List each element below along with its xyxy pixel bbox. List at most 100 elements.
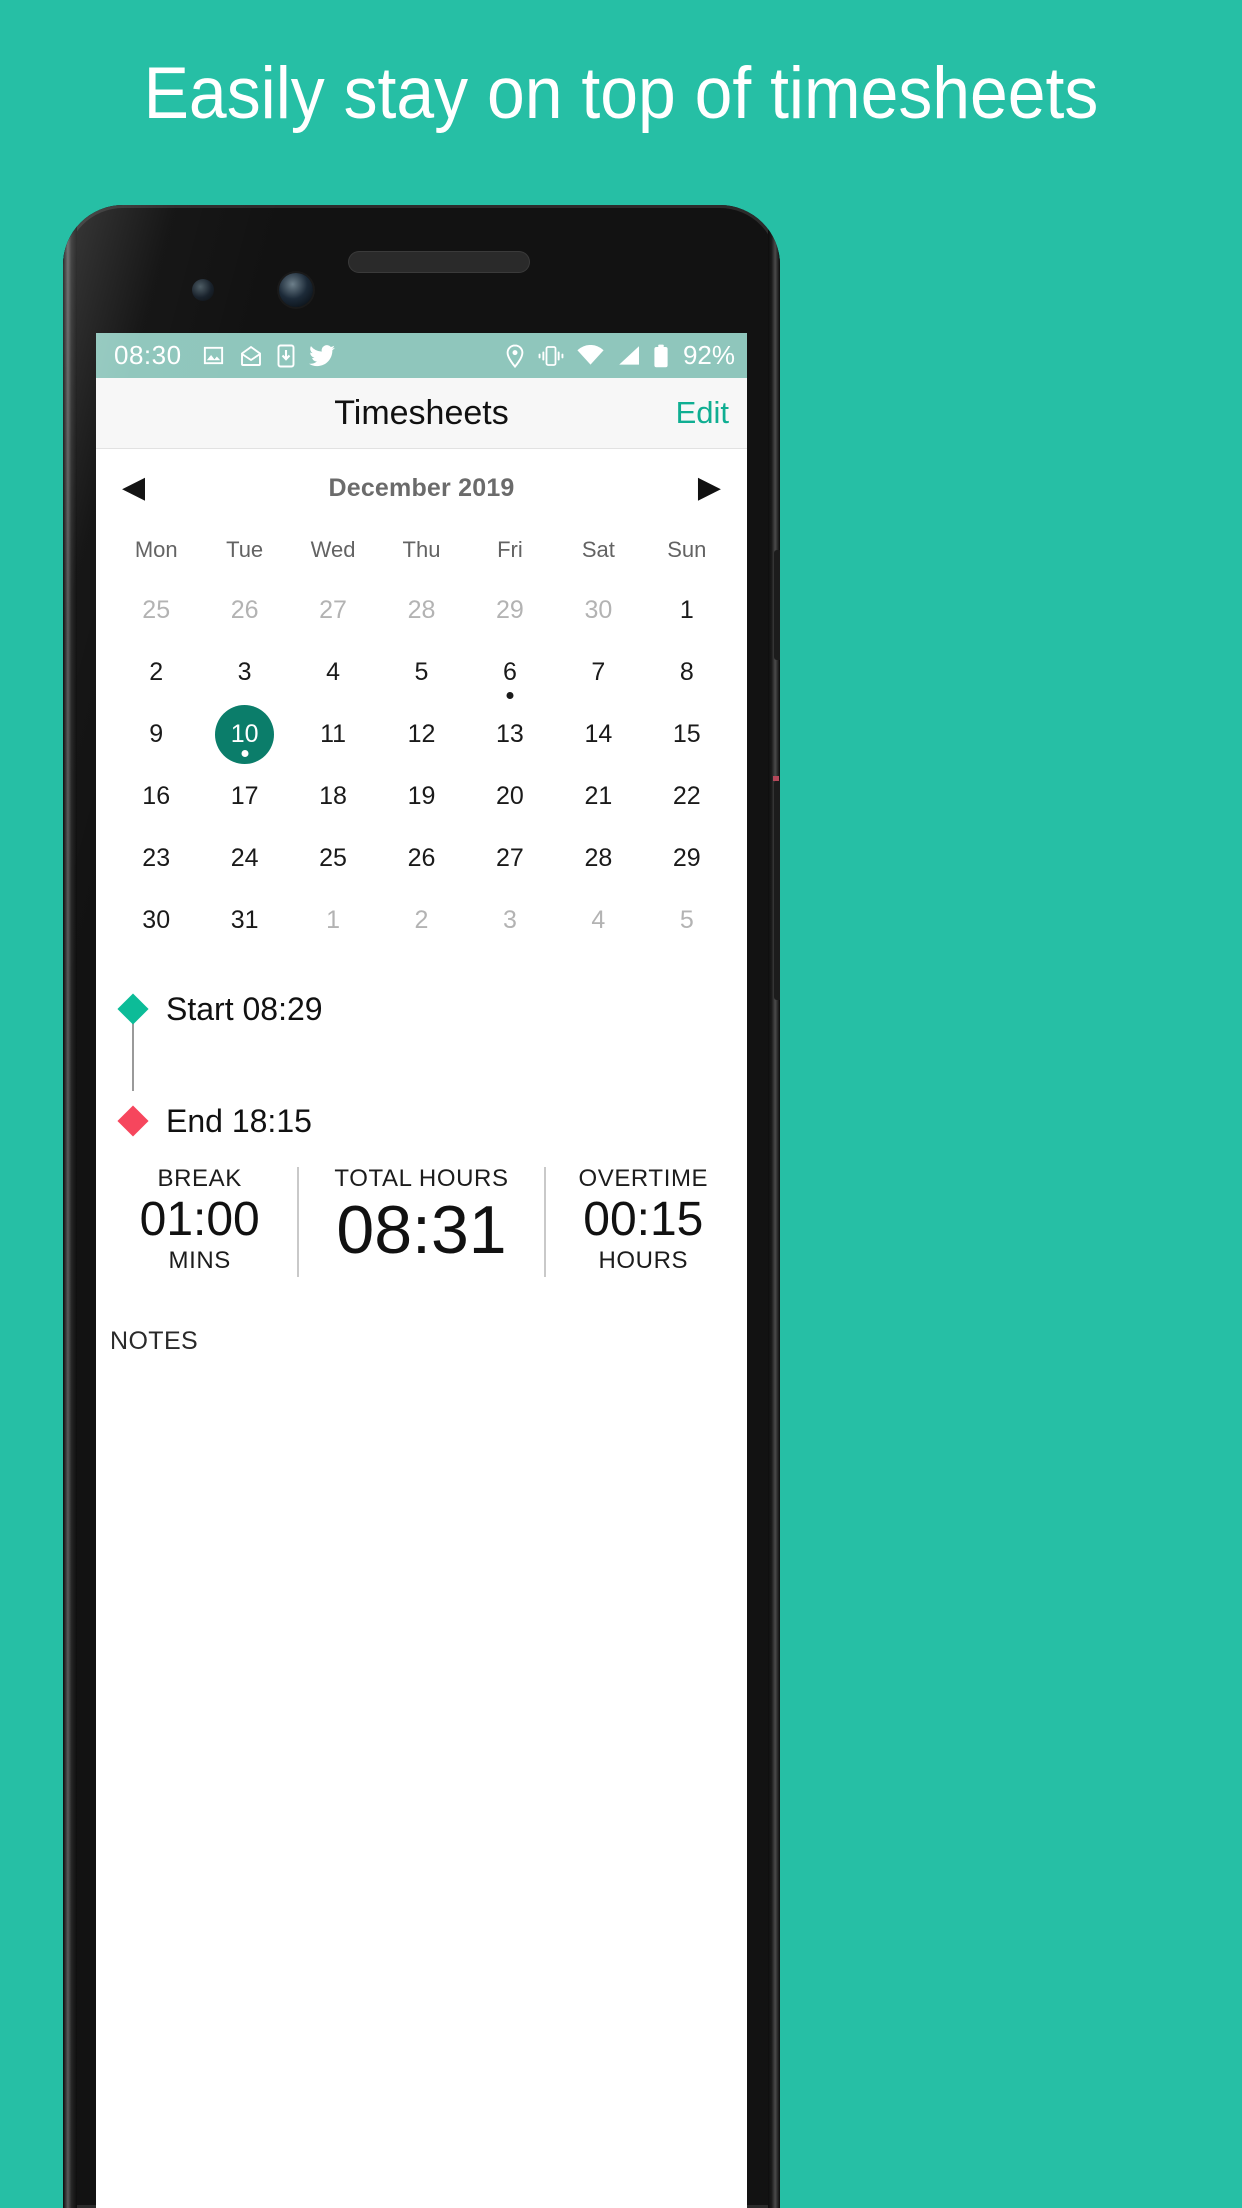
stat-caption: TOTAL HOURS (334, 1165, 509, 1192)
calendar-day-cell[interactable]: 20 (466, 765, 554, 827)
calendar-day-cell[interactable]: 9 (112, 703, 200, 765)
stat-value: 01:00 (139, 1193, 260, 1246)
calendar-day-number: 26 (230, 595, 259, 624)
calendar-day-number: 17 (230, 781, 259, 810)
calendar-days-grid: 25 26 27 28 29 30 1 2 3 4 5 6 7 8 9 10 11 12 13 14 15 16 17 18 1… (112, 579, 731, 951)
timeline-start-row[interactable]: Start 08:29 (114, 989, 747, 1029)
calendar-day-cell[interactable]: 8 (643, 641, 731, 703)
calendar-day-cell[interactable]: 4 (554, 889, 642, 951)
status-right-icons: 92% (505, 340, 735, 371)
calendar-day-cell[interactable]: 19 (377, 765, 465, 827)
calendar-day-cell[interactable]: 26 (377, 827, 465, 889)
calendar-day-cell[interactable]: 29 (643, 827, 731, 889)
calendar-day-cell[interactable]: 3 (466, 889, 554, 951)
app-bar: Timesheets Edit (96, 378, 747, 449)
status-bar: 08:30 92% (96, 333, 747, 378)
phone-screen: 08:30 92% Timesheets Edit ◀ December 201… (96, 333, 747, 2208)
calendar-month-label: December 2019 (328, 473, 515, 502)
timeline-end-row[interactable]: End 18:15 (114, 1101, 747, 1141)
calendar-day-cell[interactable]: 1 (289, 889, 377, 951)
stat-unit: HOURS (598, 1246, 689, 1274)
volume-button[interactable] (774, 550, 780, 660)
stat-unit: MINS (168, 1246, 231, 1274)
stat-caption: OVERTIME (578, 1165, 709, 1192)
calendar-weekday: Fri (497, 537, 523, 562)
calendar-day-cell[interactable]: 2 (112, 641, 200, 703)
calendar-day-cell[interactable]: 15 (643, 703, 731, 765)
calendar-header: ◀ December 2019 ▶ (112, 449, 731, 527)
calendar-day-cell[interactable]: 22 (643, 765, 731, 827)
calendar-day-cell[interactable]: 30 (112, 889, 200, 951)
calendar-weekday: Thu (402, 537, 441, 562)
calendar-day-cell[interactable]: 27 (466, 827, 554, 889)
front-camera (279, 273, 313, 307)
stat-value: 08:31 (336, 1192, 507, 1268)
calendar-day-cell[interactable]: 27 (289, 579, 377, 641)
location-icon (505, 343, 525, 368)
notes-section: NOTES (96, 1285, 747, 1356)
download-icon (277, 344, 295, 368)
calendar-day-cell[interactable]: 17 (200, 765, 288, 827)
calendar-day-cell[interactable]: 21 (554, 765, 642, 827)
calendar-day-cell[interactable]: 7 (554, 641, 642, 703)
calendar-day-number: 11 (320, 719, 347, 748)
stat-total-hours[interactable]: TOTAL HOURS 08:31 (299, 1159, 543, 1285)
calendar-weekday-row: Mon Tue Wed Thu Fri Sat Sun (112, 527, 731, 579)
notes-label: NOTES (110, 1326, 199, 1355)
entry-dot-icon (241, 749, 249, 757)
calendar-day-cell[interactable]: 1 (643, 579, 731, 641)
calendar-day-cell[interactable]: 3 (200, 641, 288, 703)
wifi-icon (577, 345, 604, 366)
calendar-day-number: 28 (584, 843, 613, 872)
calendar-day-cell[interactable]: 24 (200, 827, 288, 889)
calendar-day-cell[interactable]: 2 (377, 889, 465, 951)
stat-overtime[interactable]: OVERTIME 00:15 HOURS (546, 1159, 741, 1285)
calendar-day-cell[interactable]: 18 (289, 765, 377, 827)
start-diamond-icon (117, 993, 149, 1025)
calendar-day-cell[interactable]: 11 (289, 703, 377, 765)
calendar-day-number: 4 (591, 905, 606, 934)
calendar-day-cell[interactable]: 28 (554, 827, 642, 889)
promo-headline: Easily stay on top of timesheets (143, 53, 1099, 134)
calendar-day-number: 28 (407, 595, 436, 624)
calendar-day-number: 3 (237, 657, 252, 686)
calendar-day-cell[interactable]: 13 (466, 703, 554, 765)
power-button[interactable] (773, 776, 780, 1000)
calendar-weekday: Sun (667, 537, 707, 562)
calendar-day-number: 12 (407, 719, 436, 748)
calendar-day-number: 2 (414, 905, 429, 934)
calendar-weekday: Wed (310, 537, 356, 562)
calendar-day-cell[interactable]: 5 (377, 641, 465, 703)
calendar-day-number: 7 (591, 657, 606, 686)
earpiece-speaker (349, 252, 529, 272)
calendar-day-cell[interactable]: 14 (554, 703, 642, 765)
calendar-day-cell[interactable]: 29 (466, 579, 554, 641)
calendar-day-cell[interactable]: 25 (112, 579, 200, 641)
calendar-day-number: 30 (584, 595, 613, 624)
calendar-day-cell[interactable]: 23 (112, 827, 200, 889)
signal-icon (616, 345, 641, 366)
calendar-day-cell[interactable]: 26 (200, 579, 288, 641)
calendar-day-cell[interactable]: 30 (554, 579, 642, 641)
calendar-day-cell[interactable]: 25 (289, 827, 377, 889)
calendar-day-cell[interactable]: 10 (200, 703, 288, 765)
calendar-day-cell[interactable]: 4 (289, 641, 377, 703)
entry-dot-icon (506, 692, 514, 699)
calendar-day-cell[interactable]: 6 (466, 641, 554, 703)
edit-button[interactable]: Edit (676, 395, 729, 431)
sensor-dot (192, 279, 214, 301)
calendar-day-cell[interactable]: 16 (112, 765, 200, 827)
vibrate-icon (537, 345, 565, 367)
phone-bezel-left (63, 205, 77, 2208)
calendar-day-cell[interactable]: 31 (200, 889, 288, 951)
calendar-day-number: 31 (230, 905, 259, 934)
end-diamond-icon (117, 1105, 149, 1137)
stat-break[interactable]: BREAK 01:00 MINS (102, 1159, 297, 1285)
calendar-day-cell[interactable]: 5 (643, 889, 731, 951)
calendar-weekday: Tue (226, 537, 264, 562)
calendar-day-cell[interactable]: 28 (377, 579, 465, 641)
calendar-day-number: 22 (672, 781, 701, 810)
status-left-icons (202, 344, 335, 368)
calendar-day-number: 8 (679, 657, 694, 686)
calendar-day-cell[interactable]: 12 (377, 703, 465, 765)
